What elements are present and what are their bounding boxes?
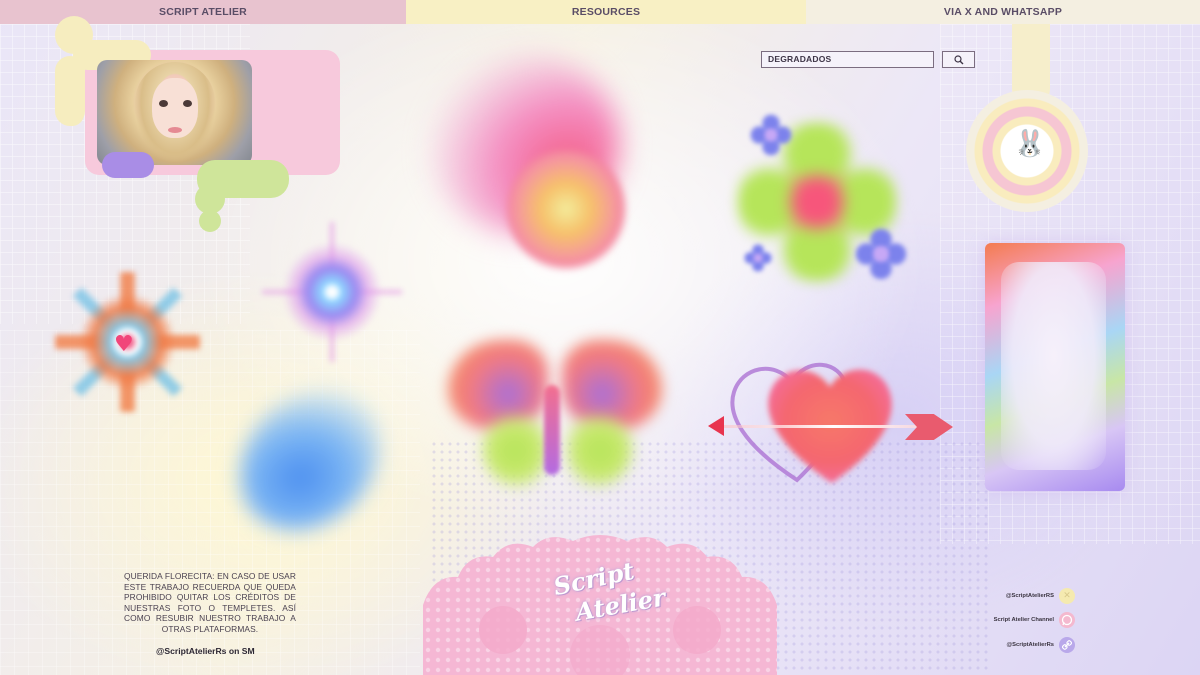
- social-label: @ScriptAtelierRs: [1006, 642, 1054, 648]
- arrow-shaft: [720, 425, 948, 428]
- social-link-whatsapp[interactable]: Script Atelier Channel: [960, 612, 1075, 628]
- heart-icon: ♥: [114, 332, 134, 357]
- star-gradient: [262, 222, 402, 362]
- deco-blob: [199, 210, 221, 232]
- gradient-card-inner: [1001, 262, 1106, 470]
- script-atelier-logo: Script Atelier: [525, 556, 668, 647]
- deco-blob: [102, 152, 154, 178]
- deco-blob: [60, 102, 84, 126]
- tab-resources[interactable]: RESOURCES: [406, 0, 806, 24]
- bunny-icon: 🐰: [1013, 129, 1047, 159]
- x-icon: ✕: [1059, 588, 1075, 604]
- whatsapp-icon: [1059, 612, 1075, 628]
- butterfly-body: [544, 385, 560, 475]
- credits-notice: QUERIDA FLORECITA: EN CASO DE USAR ESTE …: [124, 571, 296, 634]
- social-link-web[interactable]: @ScriptAtelierRs: [960, 637, 1075, 653]
- mini-flower-gradient: [744, 244, 772, 272]
- search-input[interactable]: DEGRADADOS: [761, 51, 934, 68]
- mini-flower-gradient: [750, 114, 792, 156]
- profile-photo: [97, 60, 252, 165]
- heart-gradient: [768, 369, 892, 483]
- tab-via-x-and-whatsapp[interactable]: VIA X AND WHATSAPP: [806, 0, 1200, 24]
- profile-card: [55, 12, 340, 237]
- social-handle: @ScriptAtelierRs on SM: [156, 646, 255, 656]
- search-icon: [953, 54, 963, 64]
- social-label: Script Atelier Channel: [993, 617, 1054, 623]
- social-label: @ScriptAtelierRS: [1005, 593, 1054, 599]
- arrow-head: [708, 416, 724, 436]
- social-link-x[interactable]: @ScriptAtelierRS ✕: [960, 588, 1075, 604]
- mini-flower-gradient: [855, 228, 907, 280]
- link-icon: [1059, 637, 1075, 653]
- comet-ball-gradient: [507, 150, 625, 268]
- search-button[interactable]: [942, 51, 975, 68]
